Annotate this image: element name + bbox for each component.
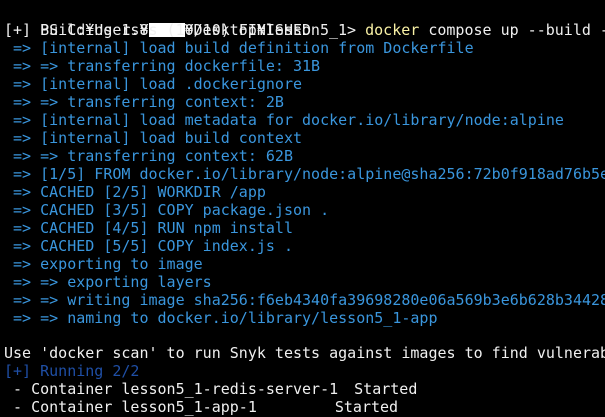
container-label: - Container lesson5_1-app-1 — [4, 398, 257, 416]
terminal-window[interactable]: PS C:¥Users¥ ¥Desktop¥lesson5_1> docker c… — [0, 0, 605, 417]
command-name: docker — [365, 21, 420, 39]
container-status: Started — [354, 380, 418, 398]
build-line: => CACHED [3/5] COPY package.json . — [4, 201, 330, 219]
build-line: => => transferring dockerfile: 31B — [4, 57, 321, 75]
build-line: => CACHED [4/5] RUN npm install — [4, 219, 293, 237]
build-line: => [internal] load build context — [4, 129, 303, 147]
build-line: => => naming to docker.io/library/lesson… — [4, 309, 438, 327]
build-line: => [internal] load .dockerignore — [4, 75, 303, 93]
container-row: - Container lesson5_1-app-1 Started — [4, 398, 605, 416]
command-args: compose up --build -d — [428, 21, 605, 39]
build-line: => CACHED [5/5] COPY index.js . — [4, 237, 293, 255]
build-line: => [1/5] FROM docker.io/library/node:alp… — [4, 165, 605, 183]
build-line: => CACHED [2/5] WORKDIR /app — [4, 183, 266, 201]
build-line: => => writing image sha256:f6eb4340fa396… — [4, 291, 605, 309]
build-line: => exporting to image — [4, 255, 203, 273]
container-row: - Container lesson5_1-redis-server-1 Star… — [4, 380, 605, 398]
scan-hint: Use 'docker scan' to run Snyk tests agai… — [4, 344, 605, 362]
container-status: Started — [334, 398, 399, 416]
build-line: => => transferring context: 2B — [4, 93, 284, 111]
container-label: - Container lesson5_1-redis-server-1 — [4, 380, 339, 398]
running-header: [+] Running 2/2 — [4, 362, 140, 380]
prompt-line: PS C:¥Users¥ ¥Desktop¥lesson5_1> docker c… — [4, 3, 605, 39]
build-line: => [internal] load metadata for docker.i… — [4, 111, 564, 129]
build-line: => => transferring context: 62B — [4, 147, 293, 165]
build-line: => => exporting layers — [4, 273, 212, 291]
build-line: => [internal] load build definition from… — [4, 39, 474, 57]
